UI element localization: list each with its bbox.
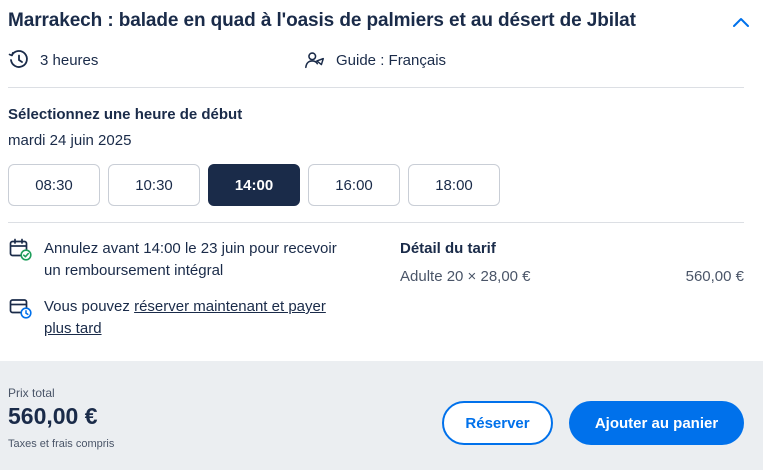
guide-person-icon [304, 49, 326, 71]
pay-later-info: Vous pouvez réserver maintenant et payer… [8, 296, 348, 340]
collapse-button[interactable] [730, 12, 752, 32]
price-detail-title: Détail du tarif [400, 240, 496, 257]
calendar-check-icon [8, 237, 32, 261]
time-slot-1030[interactable]: 10:30 [108, 164, 200, 206]
selected-date: mardi 24 juin 2025 [8, 132, 132, 149]
time-slot-1400[interactable]: 14:00 [208, 164, 300, 206]
time-slot-1600[interactable]: 16:00 [308, 164, 400, 206]
activity-title: Marrakech : balade en quad à l'oasis de … [8, 10, 636, 31]
guide-info: Guide : Français [304, 48, 446, 72]
tax-note: Taxes et frais compris [8, 438, 115, 450]
total-price-label: Prix total [8, 386, 55, 400]
chevron-up-icon [733, 18, 749, 27]
pay-later-prefix: Vous pouvez [44, 298, 135, 315]
time-slot-0830[interactable]: 08:30 [8, 164, 100, 206]
divider [8, 87, 744, 88]
start-time-label: Sélectionnez une heure de début [8, 106, 243, 123]
guide-text: Guide : Français [336, 51, 447, 69]
price-line-amount: 560,00 € [685, 268, 744, 285]
cancellation-policy: Annulez avant 14:00 le 23 juin pour rece… [8, 238, 348, 282]
clock-history-icon [8, 49, 30, 71]
divider [8, 222, 744, 223]
duration-info: 3 heures [8, 48, 98, 72]
price-line-label: Adulte 20 × 28,00 € [400, 268, 531, 285]
add-to-cart-button[interactable]: Ajouter au panier [569, 401, 744, 445]
total-price-value: 560,00 € [8, 403, 98, 429]
duration-text: 3 heures [40, 51, 99, 69]
time-slot-list: 08:30 10:30 14:00 16:00 18:00 [8, 164, 500, 206]
pay-later-text: Vous pouvez réserver maintenant et payer… [44, 296, 348, 340]
reserve-button[interactable]: Réserver [442, 401, 553, 445]
booking-footer: Prix total 560,00 € Taxes et frais compr… [0, 361, 763, 470]
cancellation-text: Annulez avant 14:00 le 23 juin pour rece… [44, 240, 337, 279]
wallet-clock-icon [8, 295, 32, 319]
time-slot-1800[interactable]: 18:00 [408, 164, 500, 206]
